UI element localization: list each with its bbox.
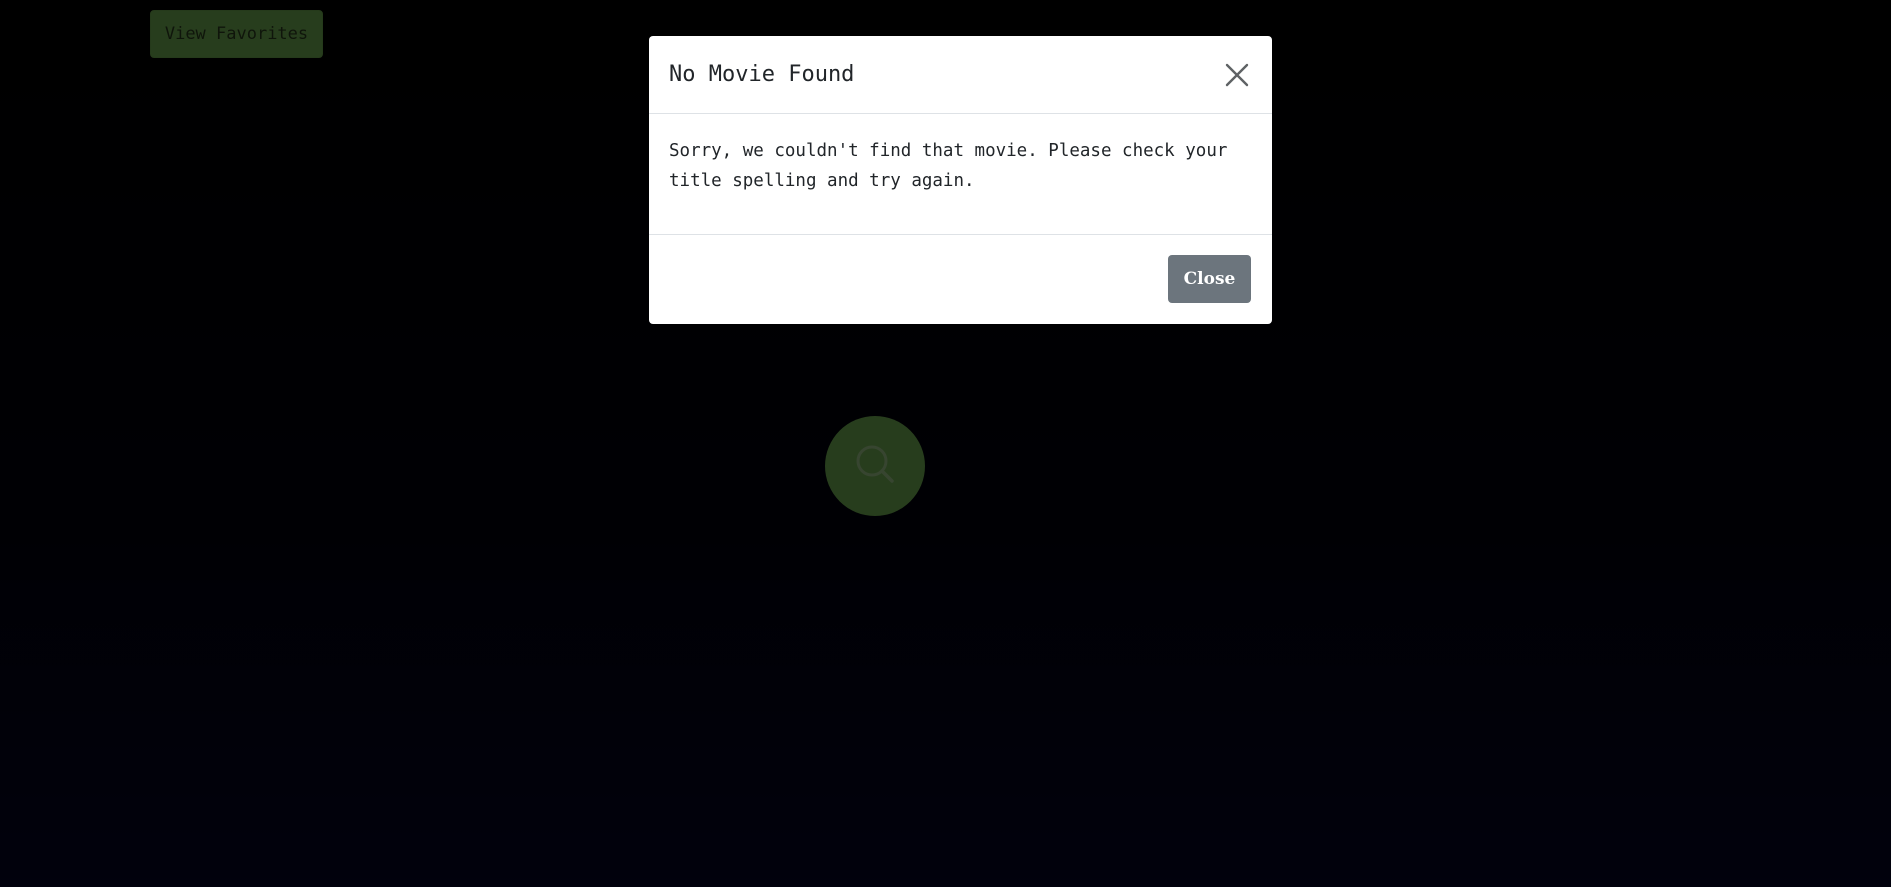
modal-footer: Close xyxy=(649,235,1272,324)
modal-message: Sorry, we couldn't find that movie. Plea… xyxy=(669,141,1228,191)
modal-body: Sorry, we couldn't find that movie. Plea… xyxy=(649,114,1272,235)
close-button[interactable]: Close xyxy=(1168,255,1251,303)
modal-header: No Movie Found xyxy=(649,36,1272,114)
no-movie-found-dialog: No Movie Found Sorry, we couldn't find t… xyxy=(649,36,1272,324)
modal-title: No Movie Found xyxy=(669,62,855,87)
close-icon[interactable] xyxy=(1220,58,1254,92)
